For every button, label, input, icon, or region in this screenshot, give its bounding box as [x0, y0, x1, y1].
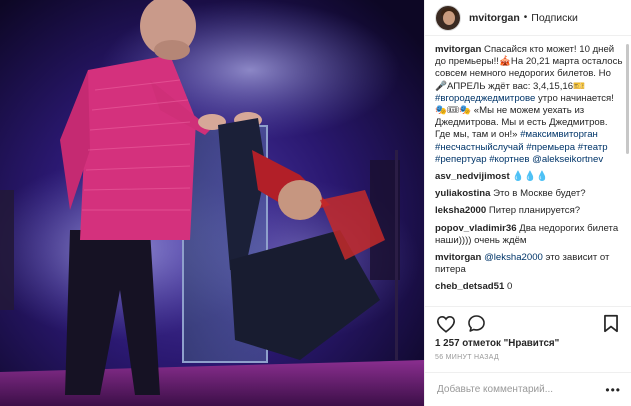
- author-username[interactable]: mvitorgan: [469, 12, 520, 24]
- comment-username[interactable]: leksha2000: [435, 205, 486, 216]
- caption-username[interactable]: mvitorgan: [435, 44, 481, 55]
- comment-item: popov_vladimir36 Два недорогих билета на…: [435, 223, 624, 247]
- comment-input[interactable]: [435, 383, 599, 396]
- comment-username[interactable]: popov_vladimir36: [435, 223, 517, 234]
- comment-mention[interactable]: @leksha2000: [484, 252, 543, 263]
- comment-username[interactable]: yuliakostina: [435, 188, 490, 199]
- post-timestamp[interactable]: 56 МИНУТ НАЗАД: [435, 354, 499, 361]
- more-options-icon[interactable]: •••: [605, 383, 621, 397]
- caption-hashtag[interactable]: #вгородеджедмитрове: [435, 93, 535, 104]
- comment-username[interactable]: cheb_detsad51: [435, 281, 504, 292]
- comment-item: asv_nedvijimost 💧💧💧: [435, 171, 624, 183]
- action-bar: [425, 306, 631, 340]
- separator-dot: •: [523, 12, 528, 23]
- comment-icon[interactable]: [465, 313, 487, 335]
- heart-icon[interactable]: [435, 313, 457, 335]
- stage-photo-image: [0, 0, 424, 406]
- add-comment-bar: [425, 372, 631, 406]
- likes-count[interactable]: 1 257 отметок "Нравится": [435, 338, 559, 349]
- post-header: mvitorgan • Подписки: [425, 0, 631, 36]
- comment-username[interactable]: asv_nedvijimost: [435, 171, 510, 182]
- comment-item: leksha2000 Питер планируется?: [435, 205, 624, 217]
- post-side-panel: mvitorgan • Подписки mvitorgan Спасайся …: [424, 0, 631, 406]
- comment-text: Питер планируется?: [486, 205, 581, 217]
- avatar[interactable]: [435, 4, 461, 31]
- follow-status-button[interactable]: Подписки: [531, 12, 578, 24]
- comment-text: Это в Москве будет?: [490, 188, 586, 200]
- comments-list[interactable]: mvitorgan Спасайся кто может! 10 дней до…: [425, 40, 631, 306]
- comment-text: 💧💧💧: [509, 171, 549, 183]
- caption: mvitorgan Спасайся кто может! 10 дней до…: [435, 44, 624, 166]
- bookmark-icon[interactable]: [600, 313, 622, 335]
- comment-username[interactable]: mvitorgan: [435, 252, 481, 263]
- comment-item: mvitorgan @leksha2000 это зависит от пит…: [435, 252, 624, 276]
- comments-scrollbar[interactable]: [626, 44, 629, 154]
- comment-item: cheb_detsad51 0: [435, 281, 624, 293]
- comment-item: yuliakostina Это в Москве будет?: [435, 188, 624, 200]
- post-photo[interactable]: [0, 0, 424, 406]
- comment-text: 0: [504, 281, 513, 293]
